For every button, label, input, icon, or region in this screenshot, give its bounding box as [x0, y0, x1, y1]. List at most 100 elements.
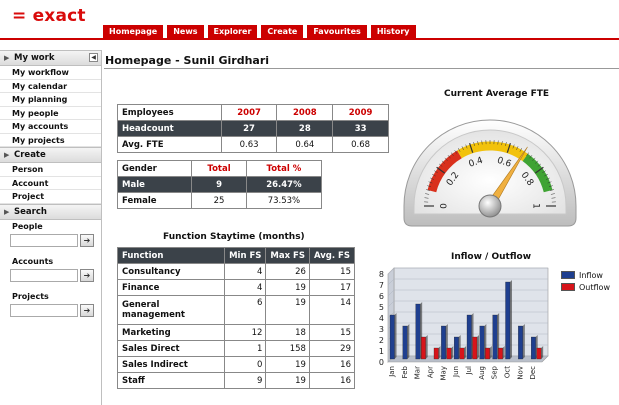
exact-logo[interactable]: = exact: [12, 7, 86, 25]
bar-outflow: [459, 347, 465, 360]
page-title: Homepage - Sunil Girdhari: [105, 54, 270, 67]
table-cell: 4: [224, 263, 267, 280]
legend-label: Inflow: [579, 270, 603, 280]
gauge-knob: [478, 194, 502, 218]
expand-arrow-icon: ▶: [4, 207, 10, 216]
table-cell: 14: [308, 295, 356, 325]
search-people-go-button[interactable]: ➔: [80, 233, 94, 247]
nav-homepage[interactable]: Homepage: [103, 25, 164, 38]
sidebar-item-my-projects[interactable]: My projects: [0, 134, 101, 147]
sidebar-item-my-accounts[interactable]: My accounts: [0, 120, 101, 134]
bar-inflow: [441, 325, 446, 360]
table-cell: 27: [220, 120, 278, 137]
sidebar-item-my-calendar[interactable]: My calendar: [0, 80, 101, 93]
bar-inflow: [466, 314, 472, 360]
sidebar-item-my-people[interactable]: My people: [0, 107, 101, 120]
table-row: Avg. FTE 0.63 0.64 0.68: [117, 136, 389, 153]
search-people-input[interactable]: [10, 233, 78, 247]
table-header-row: Function Min FS Max FS Avg. FS: [116, 247, 356, 264]
sidebar-section-search[interactable]: ▶ Search: [0, 203, 101, 220]
table-cell: 19: [265, 279, 310, 296]
search-people-row: ➔: [10, 233, 101, 249]
chart-x-tick-label: Feb: [401, 365, 409, 378]
table-cell: 158: [265, 340, 310, 357]
collapse-sidebar-icon[interactable]: ◀: [89, 53, 98, 62]
bar-side: [510, 280, 512, 359]
table-cell: 12: [224, 324, 267, 341]
bar-side: [489, 346, 492, 359]
chart-x-tick-label: May: [439, 366, 447, 380]
table-row: Staff 9 19 16: [116, 372, 356, 389]
search-accounts-go-button[interactable]: ➔: [80, 268, 94, 282]
table-header-cell: 2007: [220, 104, 278, 121]
bar-inflow: [505, 281, 511, 360]
bar-side: [451, 346, 454, 359]
staytime-title: Function Staytime (months): [163, 232, 305, 242]
table-cell: 19: [265, 372, 310, 389]
chart-x-ticks: Jan Feb Mar Apr May Jun Jul Aug Sep Oct Nov Dec: [388, 365, 537, 380]
title-divider: [104, 68, 619, 69]
sidebar-item-project[interactable]: Project: [0, 190, 101, 204]
chart-x-tick-label: Jan: [388, 366, 396, 378]
nav-history[interactable]: History: [370, 25, 416, 38]
table-row: Consultancy 4 26 15: [116, 263, 356, 280]
sidebar-item-person[interactable]: Person: [0, 163, 101, 177]
fte-gauge: 00.20.4 0.60.81: [403, 119, 577, 227]
table-header-cell: 2009: [332, 104, 389, 121]
sidebar-section-my-work[interactable]: ▶ My work ◀: [0, 50, 101, 66]
bar-outflow: [421, 336, 426, 360]
table-header-cell: Max FS: [265, 247, 310, 264]
chart-y-tick-label: 0: [379, 358, 384, 367]
table-row: Sales Indirect 0 19 16: [116, 356, 356, 373]
search-projects-row: ➔: [10, 303, 101, 319]
chart-x-tick-label: Dec: [529, 366, 537, 380]
table-header-cell: Total %: [245, 160, 323, 177]
table-header-row: Employees 2007 2008 2009: [117, 104, 389, 121]
table-row: Headcount 27 28 33: [117, 120, 389, 137]
nav-news[interactable]: News: [167, 25, 204, 38]
table-cell: 15: [308, 324, 356, 341]
table-cell: 19: [265, 295, 310, 325]
chart-x-tick-label: Apr: [427, 366, 435, 378]
sidebar-item-my-planning[interactable]: My planning: [0, 93, 101, 107]
chart-y-tick-label: 8: [379, 270, 384, 279]
legend-item-inflow: Inflow: [561, 269, 610, 281]
bar-side: [541, 346, 544, 359]
table-row-label: Female: [116, 192, 193, 209]
nav-create[interactable]: Create: [261, 25, 304, 38]
table-header-cell: Avg. FS: [308, 247, 356, 264]
search-accounts-input[interactable]: [10, 268, 78, 282]
bar-inflow: [402, 325, 408, 360]
table-cell: 29: [308, 340, 356, 357]
legend-swatch: [561, 283, 575, 291]
nav-favourites[interactable]: Favourites: [307, 25, 367, 38]
sidebar-item-my-workflow[interactable]: My workflow: [0, 66, 101, 80]
table-row-label: Staff: [116, 372, 226, 389]
table-cell: 73.53%: [245, 192, 323, 209]
gauge-tick-label: 1: [531, 203, 541, 209]
table-row: Marketing 12 18 15: [116, 324, 356, 341]
nav-explorer[interactable]: Explorer: [207, 25, 258, 38]
table-row-label: Headcount: [117, 120, 222, 137]
bar-side: [464, 346, 467, 359]
bar-side: [438, 346, 441, 359]
table-cell: 19: [265, 356, 310, 373]
chart-x-tick-label: Mar: [414, 366, 422, 379]
table-row-label: Sales Indirect: [116, 356, 226, 373]
bar-outflow: [485, 347, 490, 360]
legend-item-outflow: Outflow: [561, 281, 610, 293]
table-row: General management 6 19 14: [116, 295, 356, 325]
table-cell: 9: [191, 176, 247, 193]
sidebar-item-account[interactable]: Account: [0, 177, 101, 190]
search-projects-input[interactable]: [10, 303, 78, 317]
sidebar-section-label: My work: [14, 53, 55, 63]
bar-side: [502, 346, 505, 359]
sidebar-section-create[interactable]: ▶ Create: [0, 147, 101, 163]
chart-y-tick-label: 6: [379, 292, 384, 301]
table-header-cell: Min FS: [224, 247, 267, 264]
inflow-outflow-chart: 0 1 2 3 4 5 6 7 8 Jan Feb Mar Apr May Jun Jul Aug Sep Oct…: [379, 267, 549, 380]
chart-x-tick-label: Jul: [465, 366, 473, 376]
search-projects-go-button[interactable]: ➔: [80, 303, 94, 317]
search-people-label: People: [12, 221, 43, 231]
top-bar: = exact Homepage News Explorer Create Fa…: [0, 0, 619, 38]
